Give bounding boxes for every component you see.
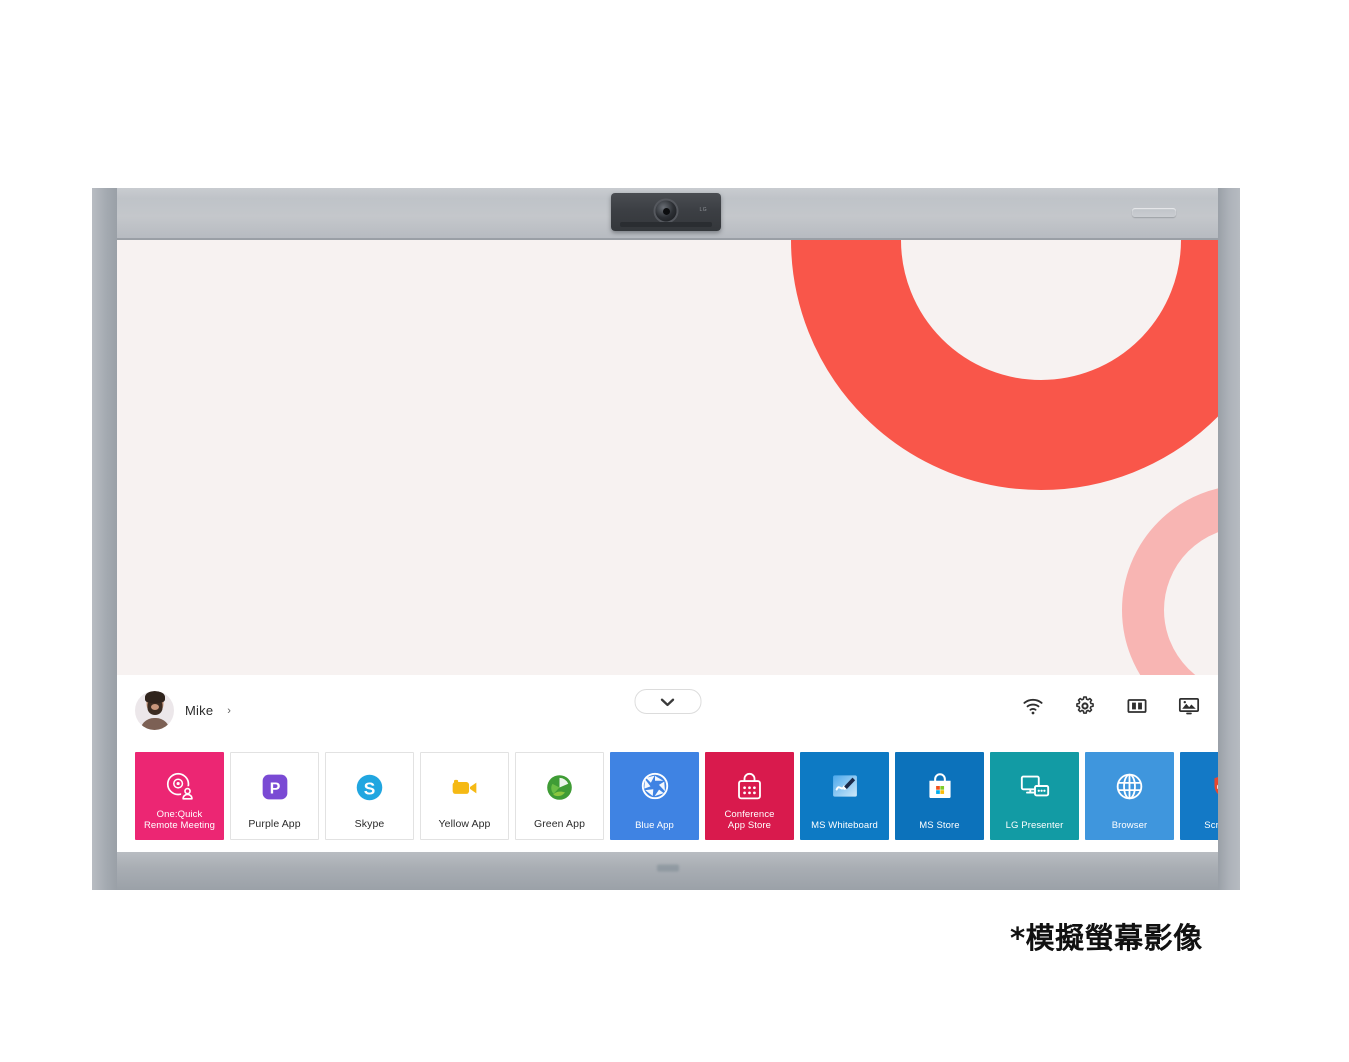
- app-tile-screen-capture[interactable]: Screen C: [1180, 752, 1218, 840]
- wallpaper-red-arc: [791, 240, 1218, 490]
- aperture-icon: [638, 769, 672, 803]
- bezel-bottom: [117, 852, 1218, 890]
- app-tile-label: Green App: [533, 818, 586, 830]
- app-tile-ms-whiteboard[interactable]: MS Whiteboard: [800, 752, 889, 840]
- app-tile-blue-app[interactable]: Blue App: [610, 752, 699, 840]
- globe-icon: [1113, 769, 1147, 803]
- user-profile-button[interactable]: Mike ›: [135, 691, 231, 730]
- app-tile-browser[interactable]: Browser: [1085, 752, 1174, 840]
- purple-p-icon: P: [258, 770, 292, 804]
- one-quick-icon: [163, 769, 197, 803]
- webcam-module: LG: [611, 193, 721, 231]
- app-tile-label: MS Store: [919, 820, 960, 831]
- webcam-lens-icon: [655, 200, 677, 222]
- settings-gear-icon[interactable]: [1074, 695, 1096, 717]
- user-name-label: Mike: [185, 703, 214, 718]
- svg-text:S: S: [364, 778, 376, 798]
- speaker-vent: [1132, 208, 1176, 217]
- shopping-bag-icon: [733, 769, 767, 803]
- brand-logo: [656, 864, 679, 872]
- chevron-down-icon: [660, 698, 675, 706]
- app-tile-one-quick[interactable]: One:Quick Remote Meeting: [135, 752, 224, 840]
- app-tile-green-app[interactable]: Green App: [515, 752, 604, 840]
- wifi-icon[interactable]: [1022, 695, 1044, 717]
- app-tile-label: Browser: [1111, 820, 1148, 831]
- app-tile-ms-store[interactable]: MS Store: [895, 752, 984, 840]
- ms-store-icon: [923, 769, 957, 803]
- app-tile-skype[interactable]: S Skype: [325, 752, 414, 840]
- split-screen-icon[interactable]: [1126, 695, 1148, 717]
- lg-presenter-icon: [1018, 769, 1052, 803]
- bezel-right: [1218, 188, 1240, 890]
- webcam-slot: [620, 222, 712, 227]
- bezel-left: [92, 188, 117, 890]
- app-tile-label: Skype: [354, 818, 385, 830]
- app-tile-label: Yellow App: [438, 818, 491, 830]
- system-tray: [1022, 695, 1200, 717]
- app-tile-label: MS Whiteboard: [811, 820, 878, 831]
- app-tile-row: One:Quick Remote Meeting P Purple App S …: [135, 752, 1218, 840]
- app-tile-lg-presenter[interactable]: LG Presenter: [990, 752, 1079, 840]
- yellow-camera-icon: [448, 770, 482, 804]
- app-tile-label: Conference App Store: [724, 809, 775, 831]
- lg-display-device: LG Mike › One:Quick Remote Meeting P Pur…: [92, 188, 1240, 890]
- app-tile-conference-app-store[interactable]: Conference App Store: [705, 752, 794, 840]
- display-screen: Mike › One:Quick Remote Meeting P Purple…: [117, 240, 1218, 852]
- status-row: Mike ›: [117, 675, 1218, 757]
- app-tile-label: Screen C: [1204, 820, 1218, 831]
- svg-text:P: P: [269, 781, 280, 798]
- taskbar-panel: Mike › One:Quick Remote Meeting P Purple…: [117, 675, 1218, 852]
- skype-icon: S: [353, 770, 387, 804]
- green-circle-icon: [543, 770, 577, 804]
- app-tile-yellow-app[interactable]: Yellow App: [420, 752, 509, 840]
- app-tile-label: One:Quick Remote Meeting: [143, 809, 216, 831]
- screen-share-icon[interactable]: [1178, 695, 1200, 717]
- chevron-right-icon: ›: [227, 704, 231, 717]
- collapse-taskbar-button[interactable]: [634, 689, 701, 714]
- screen-capture-icon: [1208, 769, 1218, 803]
- webcam-brand-label: LG: [699, 207, 707, 213]
- simulated-image-caption: *模擬螢幕影像: [1010, 921, 1203, 955]
- app-tile-purple-app[interactable]: P Purple App: [230, 752, 319, 840]
- app-tile-label: LG Presenter: [1005, 820, 1064, 831]
- ms-whiteboard-icon: [828, 769, 862, 803]
- app-tile-label: Purple App: [248, 818, 301, 830]
- app-tile-label: Blue App: [635, 820, 674, 831]
- avatar: [135, 691, 174, 730]
